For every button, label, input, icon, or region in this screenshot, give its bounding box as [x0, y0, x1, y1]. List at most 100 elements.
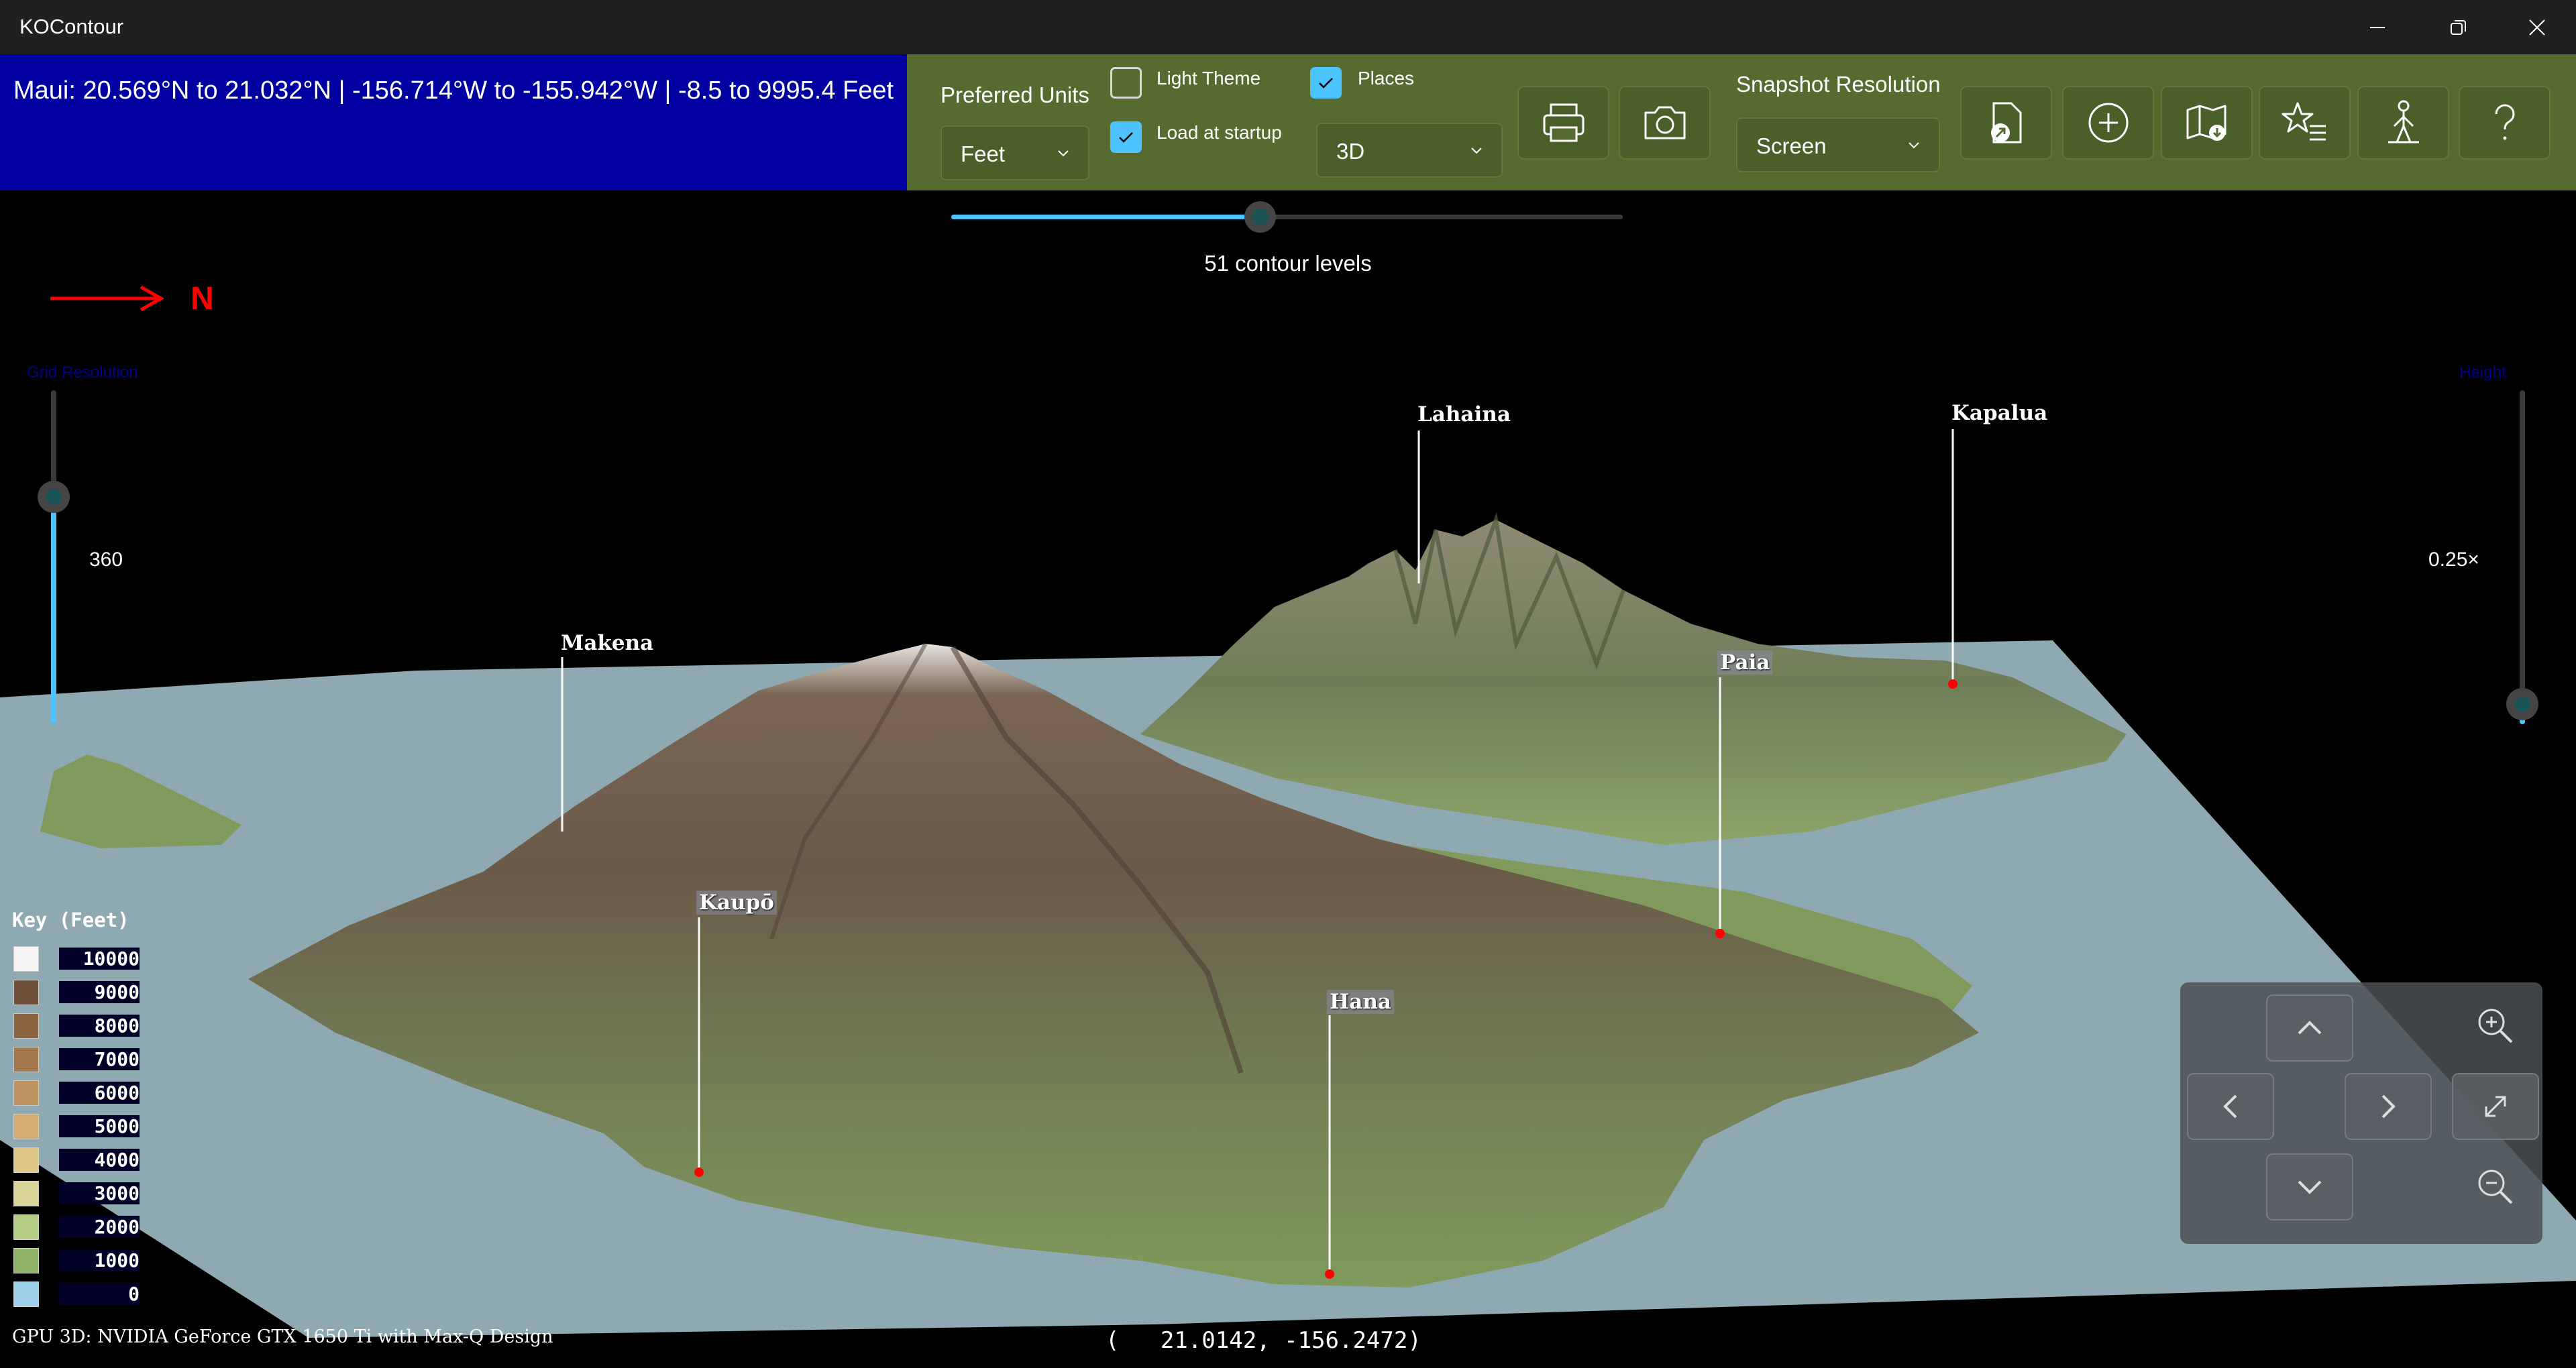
pan-right-button[interactable]: [2345, 1073, 2432, 1140]
key-swatch: [13, 1147, 39, 1173]
key-row: 8000: [12, 1009, 140, 1043]
load-at-startup-label: Load at startup: [1157, 122, 1282, 143]
toolbar: Preferred Units Feet Light Theme Load at…: [907, 54, 2576, 190]
minimize-button[interactable]: [2340, 0, 2415, 54]
place-label-kaupo: Kaupō: [696, 891, 777, 915]
key-swatch: [13, 946, 39, 972]
key-row: 9000: [12, 976, 140, 1009]
snapshot-button[interactable]: [1619, 86, 1711, 160]
key-swatch: [13, 1080, 39, 1106]
fit-view-button[interactable]: [2452, 1073, 2539, 1140]
hiker-button[interactable]: [2357, 86, 2449, 160]
places-label: Places: [1358, 68, 1415, 89]
print-button[interactable]: [1517, 86, 1609, 160]
key-value: 1000: [59, 1249, 140, 1271]
key-value: 8000: [59, 1015, 140, 1037]
restore-icon: [2451, 19, 2466, 35]
light-theme-checkbox[interactable]: [1110, 67, 1142, 99]
key-swatch: [13, 1047, 39, 1072]
height-slider[interactable]: [2506, 390, 2538, 724]
pan-left-button[interactable]: [2187, 1073, 2274, 1140]
grid-resolution-label: Grid Resolution: [27, 363, 138, 382]
print-icon: [1543, 103, 1584, 142]
help-icon: [2495, 104, 2514, 140]
minimize-icon: [2370, 26, 2385, 28]
region-info-text: Maui: 20.569°N to 21.032°N | -156.714°W …: [13, 76, 894, 105]
height-thumb[interactable]: [2506, 688, 2538, 721]
view-mode-value: 3D: [1336, 139, 1365, 164]
elevation-key: Key (Feet) 10000 9000 8000 7000 6000 5000 4000…: [12, 909, 146, 1307]
key-value: 6000: [59, 1082, 140, 1104]
snapshot-resolution-dropdown[interactable]: Screen: [1736, 117, 1940, 172]
load-at-startup-checkbox[interactable]: [1110, 121, 1142, 153]
close-button[interactable]: [2500, 0, 2575, 54]
add-icon: [2088, 103, 2128, 143]
key-value: 4000: [59, 1149, 140, 1171]
gpu-info: GPU 3D: NVIDIA GeForce GTX 1650 Ti with …: [12, 1326, 553, 1347]
key-swatch: [13, 1013, 39, 1039]
key-value: 9000: [59, 981, 140, 1003]
pan-down-button[interactable]: [2266, 1153, 2353, 1220]
app-title: KOContour: [19, 15, 124, 38]
close-icon: [2529, 19, 2545, 36]
grid-resolution-slider[interactable]: [38, 390, 70, 724]
height-value: 0.25×: [2428, 549, 2479, 571]
place-label-hana: Hana: [1327, 990, 1395, 1014]
key-swatch: [13, 1114, 39, 1139]
chevron-down-icon: [1909, 142, 1919, 149]
key-row: 10000: [12, 942, 140, 976]
pan-up-button[interactable]: [2266, 994, 2353, 1062]
open-file-icon: [1990, 102, 2021, 144]
key-swatch: [13, 980, 39, 1005]
key-value: 0: [59, 1283, 140, 1305]
map-download-button[interactable]: [2161, 86, 2253, 160]
checkmark-icon: [1119, 132, 1133, 143]
title-bar: KOContour: [0, 0, 2576, 54]
snapshot-resolution-value: Screen: [1756, 133, 1827, 158]
key-row: 0: [12, 1277, 140, 1311]
cursor-coordinates: ( 21.0142, -156.2472): [1106, 1327, 1508, 1354]
chevron-left-icon: [2223, 1094, 2237, 1119]
preferred-units-dropdown[interactable]: Feet: [941, 125, 1089, 180]
key-value: 7000: [59, 1048, 140, 1070]
north-indicator: N: [47, 275, 214, 325]
key-value: 3000: [59, 1182, 140, 1204]
grid-resolution-fill: [51, 497, 56, 724]
key-value: 10000: [59, 948, 140, 970]
key-swatch: [13, 1214, 39, 1240]
zoom-out-button[interactable]: [2452, 1153, 2539, 1220]
zoom-in-icon: [2478, 1009, 2513, 1043]
chevron-right-icon: [2381, 1094, 2396, 1119]
preferred-units-label: Preferred Units: [941, 82, 1089, 107]
places-checkbox[interactable]: [1310, 67, 1342, 99]
chevron-down-icon: [2298, 1180, 2322, 1194]
favorites-button[interactable]: [2259, 86, 2351, 160]
key-row: 2000: [12, 1210, 140, 1244]
grid-resolution-value: 360: [89, 549, 123, 571]
chevron-up-icon: [2298, 1021, 2322, 1035]
view-mode-dropdown[interactable]: 3D: [1316, 123, 1503, 178]
key-row: 4000: [12, 1143, 140, 1177]
key-row: 3000: [12, 1177, 140, 1210]
key-row: 5000: [12, 1110, 140, 1143]
key-row: 1000: [12, 1244, 140, 1277]
north-label: N: [191, 281, 214, 317]
help-button[interactable]: [2459, 86, 2551, 160]
place-label-kapalua: Kapalua: [1951, 401, 2048, 425]
place-label-lahaina: Lahaina: [1417, 402, 1511, 426]
key-row: 6000: [12, 1076, 140, 1110]
region-info-banner: Maui: 20.569°N to 21.032°N | -156.714°W …: [0, 54, 907, 190]
restore-button[interactable]: [2420, 0, 2496, 54]
camera-icon: [1644, 106, 1685, 139]
open-file-button[interactable]: [1960, 86, 2052, 160]
light-theme-label: Light Theme: [1157, 68, 1261, 89]
key-value: 5000: [59, 1115, 140, 1137]
zoom-in-button[interactable]: [2452, 992, 2539, 1060]
add-button[interactable]: [2062, 86, 2154, 160]
key-swatch: [13, 1281, 39, 1307]
map-download-icon: [2186, 105, 2226, 141]
chevron-down-icon: [1058, 150, 1069, 157]
favorites-icon: [2282, 102, 2326, 141]
key-swatch: [13, 1248, 39, 1273]
navigation-pad: [2180, 982, 2542, 1244]
